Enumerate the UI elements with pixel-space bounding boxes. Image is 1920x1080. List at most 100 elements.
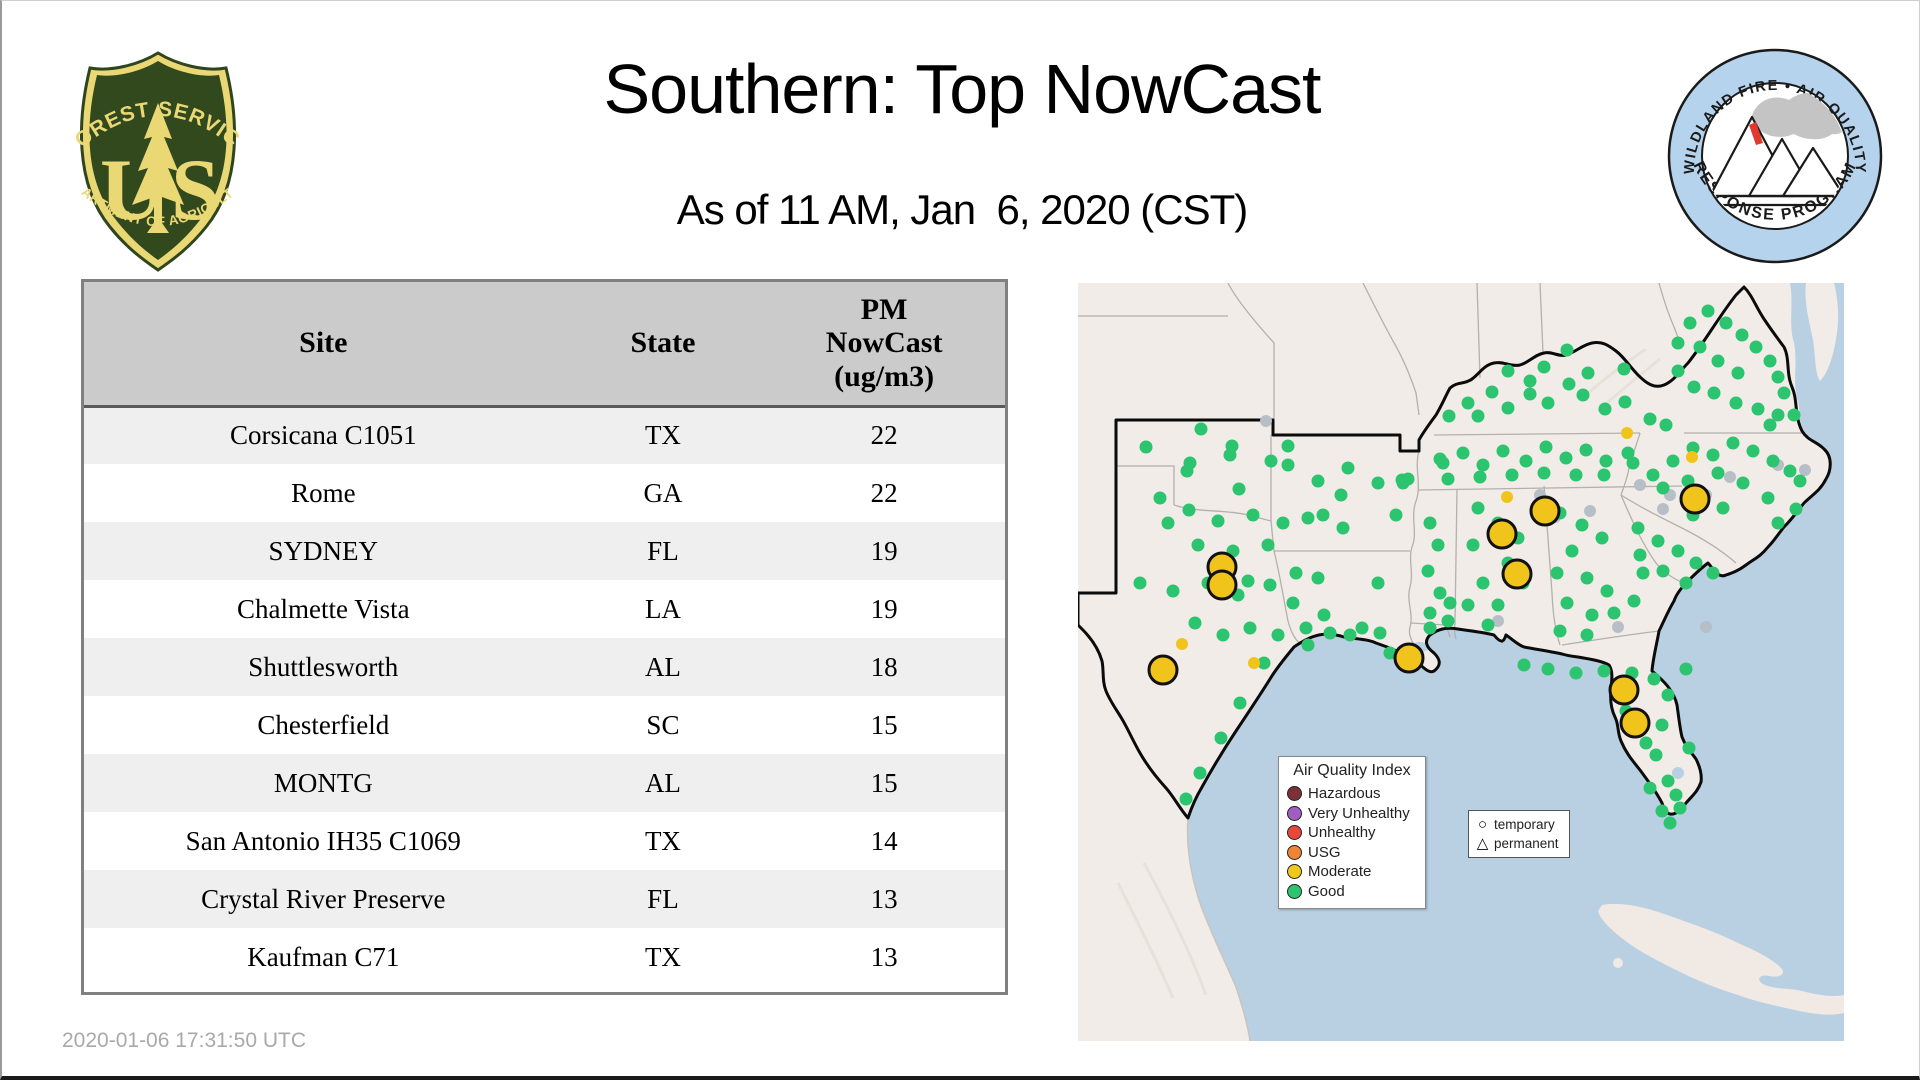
aqi-legend-label: Good: [1308, 883, 1345, 900]
aqi-legend-item: USG: [1285, 843, 1419, 863]
table-row: San Antonio IH35 C1069TX14: [84, 812, 1005, 870]
site-marker-good: [1282, 459, 1295, 472]
table-cell: LA: [563, 580, 764, 638]
table-cell: TX: [563, 406, 764, 464]
site-marker-good: [1300, 622, 1313, 635]
site-marker-moderate: [1501, 491, 1513, 503]
site-marker-good: [1790, 503, 1803, 516]
table-row: RomeGA22: [84, 464, 1005, 522]
site-marker-good: [1434, 587, 1447, 600]
table-cell: Corsicana C1051: [84, 406, 563, 464]
site-marker-good: [1586, 609, 1599, 622]
site-marker-good: [1477, 577, 1490, 590]
site-marker-good: [1596, 532, 1609, 545]
site-marker-good: [1262, 539, 1275, 552]
site-marker-inactive: [1799, 464, 1811, 476]
site-marker-good: [1628, 595, 1641, 608]
table-cell: AL: [563, 754, 764, 812]
nowcast-table: Site State PM NowCast (ug/m3) Corsicana …: [84, 282, 1005, 986]
site-marker-good: [1183, 504, 1196, 517]
site-marker-good: [1670, 789, 1683, 802]
site-marker-good: [1672, 545, 1685, 558]
site-marker-good: [1247, 509, 1260, 522]
table-cell: 13: [763, 928, 1005, 986]
table-cell: Kaufman C71: [84, 928, 563, 986]
site-marker-good: [1492, 599, 1505, 612]
table-cell: Crystal River Preserve: [84, 870, 563, 928]
aqi-legend-items: HazardousVery UnhealthyUnhealthyUSGModer…: [1285, 784, 1419, 901]
site-marker-moderate: [1621, 427, 1633, 439]
site-marker-moderate-temporary: [1681, 485, 1709, 513]
site-marker-good: [1551, 567, 1564, 580]
site-marker-good: [1702, 305, 1715, 318]
site-marker-good: [1265, 455, 1278, 468]
site-marker-good: [1577, 389, 1590, 402]
site-marker-good: [1772, 371, 1785, 384]
table-cell: SC: [563, 696, 764, 754]
column-header-site: Site: [84, 282, 563, 406]
site-marker-good: [1747, 445, 1760, 458]
site-marker-good: [1637, 567, 1650, 580]
site-marker-good: [1324, 627, 1337, 640]
site-marker-moderate-temporary: [1149, 656, 1177, 684]
table-body: Corsicana C1051TX22RomeGA22SYDNEYFL19Cha…: [84, 406, 1005, 986]
site-marker-good: [1750, 341, 1763, 354]
site-marker-good: [1344, 629, 1357, 642]
site-marker-good: [1442, 473, 1455, 486]
site-marker-good: [1140, 441, 1153, 454]
site-marker-good: [1312, 475, 1325, 488]
table-row: ChesterfieldSC15: [84, 696, 1005, 754]
site-marker-good: [1282, 440, 1295, 453]
aqi-legend-label: Hazardous: [1308, 785, 1381, 802]
site-marker-good: [1242, 575, 1255, 588]
site-marker-good: [1402, 473, 1415, 486]
site-marker-good: [1424, 607, 1437, 620]
site-marker-good: [1264, 579, 1277, 592]
site-marker-good: [1180, 793, 1193, 806]
site-marker-good: [1764, 355, 1777, 368]
site-marker-good: [1518, 659, 1531, 672]
table-cell: 19: [763, 580, 1005, 638]
report-page: FOREST SERVICE U S DEPARTMENT OF AGRICUL…: [0, 0, 1920, 1080]
site-marker-good: [1732, 367, 1745, 380]
site-marker-good: [1730, 397, 1743, 410]
table-cell: Shuttlesworth: [84, 638, 563, 696]
site-marker-good: [1482, 619, 1495, 632]
table-cell: AL: [563, 638, 764, 696]
site-marker-good: [1432, 539, 1445, 552]
column-header-pm-nowcast: PM NowCast (ug/m3): [763, 282, 1005, 406]
site-marker-good: [1650, 749, 1663, 762]
site-marker-good: [1244, 622, 1257, 635]
site-marker-inactive: [1612, 621, 1624, 633]
site-marker-good: [1167, 585, 1180, 598]
site-marker-good: [1640, 737, 1653, 750]
site-marker-inactive: [1724, 471, 1736, 483]
symbol-legend: ○ temporary △ permanent: [1468, 810, 1570, 858]
site-marker-good: [1652, 535, 1665, 548]
site-marker-moderate-temporary: [1610, 676, 1638, 704]
site-marker-good: [1554, 625, 1567, 638]
aqi-legend-label: Moderate: [1308, 863, 1371, 880]
site-marker-good: [1598, 665, 1611, 678]
site-marker-good: [1224, 449, 1237, 462]
site-marker-good: [1648, 673, 1661, 686]
site-marker-good: [1664, 817, 1677, 830]
table-row: SYDNEYFL19: [84, 522, 1005, 580]
table-row: MONTGAL15: [84, 754, 1005, 812]
site-marker-good: [1657, 565, 1670, 578]
aqi-legend-item: Good: [1285, 882, 1419, 902]
site-marker-good: [1442, 615, 1455, 628]
site-marker-good: [1444, 597, 1457, 610]
site-marker-good: [1524, 388, 1537, 401]
site-marker-good: [1576, 519, 1589, 532]
aqi-legend-item: Unhealthy: [1285, 823, 1419, 843]
site-marker-good: [1632, 522, 1645, 535]
site-marker-moderate: [1686, 451, 1698, 463]
site-marker-good: [1472, 410, 1485, 423]
aqi-color-dot-icon: [1287, 806, 1302, 821]
site-marker-good: [1764, 419, 1777, 432]
site-marker-good: [1520, 455, 1533, 468]
site-marker-good: [1619, 396, 1632, 409]
aqi-color-dot-icon: [1287, 825, 1302, 840]
site-marker-moderate: [1248, 657, 1260, 669]
